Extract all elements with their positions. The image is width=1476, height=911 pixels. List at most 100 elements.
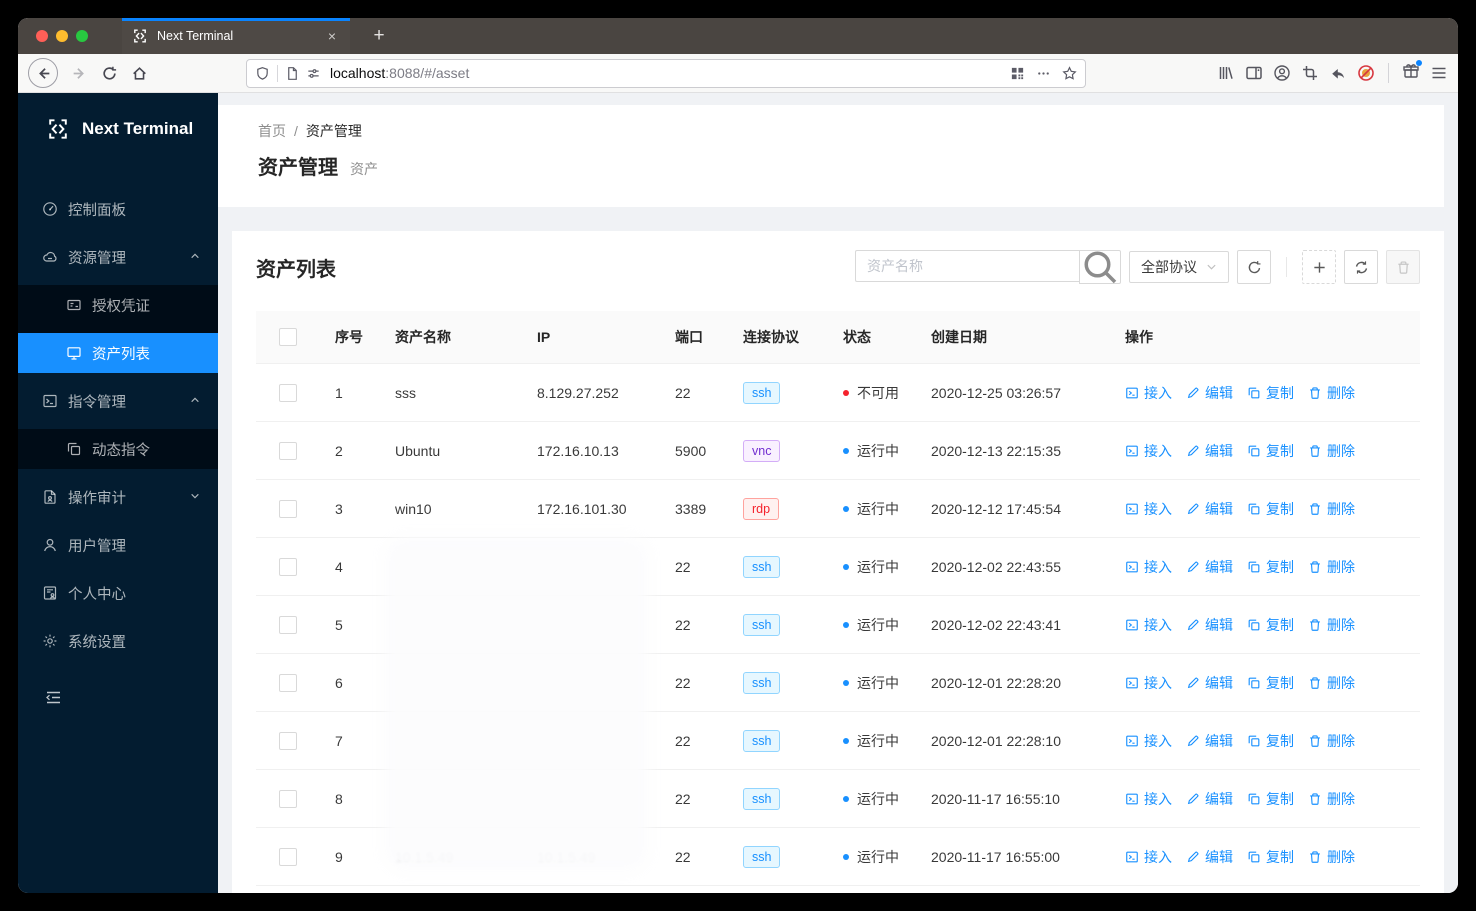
delete-icon — [1308, 734, 1322, 748]
protocol-filter-select[interactable]: 全部协议 — [1129, 251, 1229, 283]
cell-created-date: 2020-11-17 16:55:00 — [931, 848, 1060, 865]
asset-search — [855, 250, 1121, 284]
action-copy[interactable]: 复制 — [1247, 557, 1294, 577]
sidebar-toggle-icon[interactable] — [1245, 64, 1263, 82]
reload-icon[interactable] — [94, 58, 124, 88]
action-terminal[interactable]: 接入 — [1125, 673, 1172, 693]
action-edit[interactable]: 编辑 — [1186, 615, 1233, 635]
home-icon[interactable] — [124, 58, 154, 88]
menu-icon[interactable] — [1430, 64, 1448, 82]
library-icon[interactable] — [1217, 64, 1235, 82]
row-checkbox[interactable] — [279, 673, 297, 692]
search-button[interactable] — [1079, 250, 1121, 284]
sidebar-item-users[interactable]: 用户管理 — [18, 525, 218, 565]
row-checkbox[interactable] — [279, 383, 297, 402]
action-copy[interactable]: 复制 — [1247, 847, 1294, 867]
browser-toolbar: localhost:8088/#/asset — [18, 54, 1458, 93]
sidebar-item-resources[interactable]: 资源管理 — [18, 237, 218, 277]
row-checkbox[interactable] — [279, 847, 297, 866]
url-bar[interactable]: localhost:8088/#/asset — [246, 58, 1086, 88]
row-checkbox[interactable] — [279, 557, 297, 576]
chevron-down-icon — [1206, 259, 1217, 275]
reset-button[interactable] — [1237, 250, 1271, 284]
add-asset-button[interactable] — [1302, 250, 1336, 284]
sidebar-item-dynamic-commands[interactable]: 动态指令 — [18, 429, 218, 469]
row-checkbox[interactable] — [279, 615, 297, 634]
new-tab-button[interactable]: + — [362, 18, 396, 54]
row-checkbox[interactable] — [279, 499, 297, 518]
account-icon[interactable] — [1273, 64, 1291, 82]
action-delete[interactable]: 删除 — [1308, 789, 1355, 809]
action-copy[interactable]: 复制 — [1247, 441, 1294, 461]
app-logo: Next Terminal — [18, 93, 218, 141]
breadcrumb-home[interactable]: 首页 — [258, 121, 286, 141]
forward-icon[interactable] — [64, 58, 94, 88]
action-delete[interactable]: 删除 — [1308, 557, 1355, 577]
send-tab-icon[interactable] — [1329, 64, 1347, 82]
sidebar-item-asset-list[interactable]: 资产列表 — [18, 333, 218, 373]
action-copy[interactable]: 复制 — [1247, 499, 1294, 519]
blocked-content-icon[interactable] — [1357, 64, 1375, 82]
row-checkbox[interactable] — [279, 441, 297, 460]
action-delete[interactable]: 删除 — [1308, 615, 1355, 635]
action-edit[interactable]: 编辑 — [1186, 499, 1233, 519]
action-terminal[interactable]: 接入 — [1125, 499, 1172, 519]
edit-icon — [1186, 560, 1200, 574]
sidebar-item-audit[interactable]: 操作审计 — [18, 477, 218, 517]
action-terminal[interactable]: 接入 — [1125, 441, 1172, 461]
sidebar-item-profile[interactable]: 个人中心 — [18, 573, 218, 613]
delete-selected-button[interactable] — [1386, 250, 1420, 284]
action-delete[interactable]: 删除 — [1308, 441, 1355, 461]
action-terminal[interactable]: 接入 — [1125, 557, 1172, 577]
action-edit[interactable]: 编辑 — [1186, 557, 1233, 577]
action-terminal[interactable]: 接入 — [1125, 615, 1172, 635]
status-text: 运行中 — [857, 848, 899, 865]
delete-icon — [1308, 560, 1322, 574]
browser-tab[interactable]: Next Terminal × — [122, 18, 350, 54]
sidebar-item-settings[interactable]: 系统设置 — [18, 621, 218, 661]
action-delete[interactable]: 删除 — [1308, 731, 1355, 751]
action-edit[interactable]: 编辑 — [1186, 383, 1233, 403]
qr-code-icon[interactable] — [1010, 66, 1025, 81]
page-info-icon[interactable] — [285, 66, 300, 81]
action-delete[interactable]: 删除 — [1308, 847, 1355, 867]
select-all-checkbox[interactable] — [279, 328, 297, 346]
action-terminal[interactable]: 接入 — [1125, 731, 1172, 751]
sidebar-item-credentials[interactable]: 授权凭证 — [18, 285, 218, 325]
bookmark-star-icon[interactable] — [1062, 65, 1077, 81]
screenshot-icon[interactable] — [1301, 64, 1319, 82]
shield-icon[interactable] — [255, 66, 270, 81]
back-icon[interactable] — [28, 58, 58, 88]
permissions-icon[interactable] — [306, 66, 321, 81]
asset-name-search-input[interactable] — [855, 250, 1079, 282]
action-copy[interactable]: 复制 — [1247, 673, 1294, 693]
action-copy[interactable]: 复制 — [1247, 789, 1294, 809]
action-delete[interactable]: 删除 — [1308, 383, 1355, 403]
sidebar-item-commands[interactable]: 指令管理 — [18, 381, 218, 421]
row-checkbox[interactable] — [279, 789, 297, 808]
action-copy[interactable]: 复制 — [1247, 615, 1294, 635]
tab-close-icon[interactable]: × — [324, 28, 340, 44]
zoom-button[interactable] — [76, 30, 88, 42]
edit-icon — [1186, 444, 1200, 458]
action-edit[interactable]: 编辑 — [1186, 731, 1233, 751]
action-terminal[interactable]: 接入 — [1125, 383, 1172, 403]
refresh-button[interactable] — [1344, 250, 1378, 284]
page-actions-icon[interactable] — [1036, 66, 1051, 81]
action-copy[interactable]: 复制 — [1247, 731, 1294, 751]
action-copy[interactable]: 复制 — [1247, 383, 1294, 403]
sidebar-collapse-button[interactable] — [18, 689, 218, 711]
action-edit[interactable]: 编辑 — [1186, 441, 1233, 461]
action-terminal[interactable]: 接入 — [1125, 847, 1172, 867]
protocol-tag: ssh — [743, 555, 781, 578]
action-edit[interactable]: 编辑 — [1186, 847, 1233, 867]
action-edit[interactable]: 编辑 — [1186, 789, 1233, 809]
action-delete[interactable]: 删除 — [1308, 499, 1355, 519]
minimize-button[interactable] — [56, 30, 68, 42]
action-edit[interactable]: 编辑 — [1186, 673, 1233, 693]
close-button[interactable] — [36, 30, 48, 42]
row-checkbox[interactable] — [279, 731, 297, 750]
action-delete[interactable]: 删除 — [1308, 673, 1355, 693]
sidebar-item-dashboard[interactable]: 控制面板 — [18, 189, 218, 229]
action-terminal[interactable]: 接入 — [1125, 789, 1172, 809]
